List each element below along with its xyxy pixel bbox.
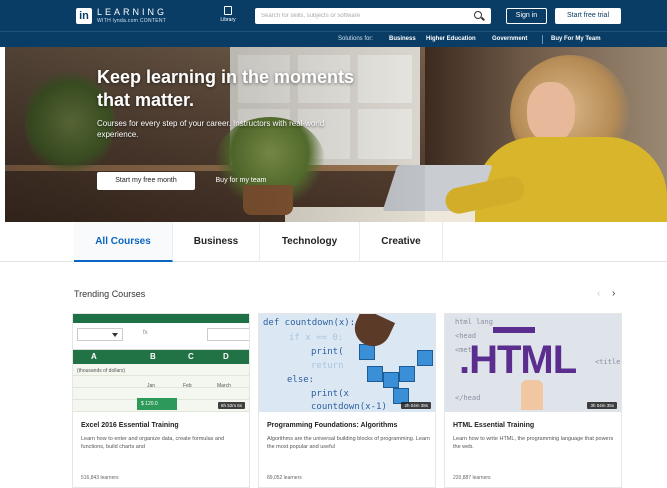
hero-subtitle: Courses for every step of your career. I… xyxy=(97,119,325,139)
excel-col-b: B xyxy=(150,352,156,361)
cube-shape xyxy=(417,350,433,366)
buy-for-team-button[interactable]: Buy for my team xyxy=(203,172,279,190)
html-code-line-5: </head xyxy=(455,394,481,402)
search-icon[interactable] xyxy=(474,11,482,19)
excel-fx-label: fx xyxy=(143,330,148,336)
html-code-line-1: html lang xyxy=(455,318,493,326)
course-card-html[interactable]: html lang <head <meta <title </head .HTM… xyxy=(444,313,622,488)
code-line-6: print(x xyxy=(311,389,349,399)
tab-technology[interactable]: Technology xyxy=(260,222,360,262)
course-description: Learn how to write HTML, the programming… xyxy=(453,436,614,450)
library-icon xyxy=(224,6,232,15)
code-line-5: else: xyxy=(287,375,315,385)
course-learners-count: 220,887 learners xyxy=(453,475,491,481)
excel-ribbon xyxy=(73,314,249,323)
course-thumbnail-excel[interactable]: fx A B C D (thousands of dollars) Jan Fe… xyxy=(73,314,249,412)
tab-business[interactable]: Business xyxy=(173,222,260,262)
tab-all-courses[interactable]: All Courses xyxy=(74,222,173,262)
solutions-link-buy-for-team[interactable]: Buy For My Team xyxy=(551,36,601,42)
sign-in-button[interactable]: Sign in xyxy=(506,8,547,24)
excel-col-d: D xyxy=(223,352,229,361)
course-card-excel[interactable]: fx A B C D (thousands of dollars) Jan Fe… xyxy=(72,313,250,488)
start-free-month-button[interactable]: Start my free month xyxy=(97,172,195,190)
course-learners-count: 516,843 learners xyxy=(81,475,119,481)
course-card-algorithms[interactable]: def countdown(x): if x == 0: print( retu… xyxy=(258,313,436,488)
solutions-label: Solutions for: xyxy=(338,36,374,42)
course-thumbnail-algorithms[interactable]: def countdown(x): if x == 0: print( retu… xyxy=(259,314,435,412)
html-highlight-bar xyxy=(493,327,535,333)
excel-col-c: C xyxy=(188,352,194,361)
hero-title: Keep learning in the moments that matter… xyxy=(97,67,355,110)
search-box xyxy=(255,8,491,24)
course-title[interactable]: HTML Essential Training xyxy=(453,422,618,429)
excel-month-march: March xyxy=(217,383,231,389)
excel-col-a: A xyxy=(91,352,97,361)
excel-row-label: (thousands of dollars) xyxy=(77,368,126,374)
solutions-link-higher-education[interactable]: Higher Education xyxy=(426,36,476,42)
excel-column-header: A B C D xyxy=(73,350,249,364)
solutions-divider xyxy=(542,35,543,44)
html-code-line-4: <title xyxy=(595,358,621,366)
course-duration-badge: 3h 04m 35s xyxy=(587,402,617,409)
code-line-3: print( xyxy=(311,347,344,357)
code-line-2: if x == 0: xyxy=(289,333,344,343)
excel-month-jan: Jan xyxy=(147,383,156,389)
carousel-prev-icon[interactable]: ‹ xyxy=(597,288,600,299)
excel-formula-cell xyxy=(207,328,249,341)
cube-shape xyxy=(367,366,383,382)
code-line-1: def countdown(x): xyxy=(263,318,356,328)
start-free-trial-button[interactable]: Start free trial xyxy=(555,8,621,24)
code-line-4: return xyxy=(311,361,344,371)
course-title[interactable]: Excel 2016 Essential Training xyxy=(81,422,246,429)
solutions-link-government[interactable]: Government xyxy=(492,36,527,42)
cube-shape xyxy=(399,366,415,382)
solutions-bar: Solutions for: Business Higher Education… xyxy=(0,31,667,47)
hand-illustration xyxy=(521,380,543,410)
logo-subtext: WITH lynda.com CONTENT xyxy=(97,18,167,24)
trending-courses-title: Trending Courses xyxy=(74,289,146,299)
course-title[interactable]: Programming Foundations: Algorithms xyxy=(267,422,432,429)
excel-month-feb: Feb xyxy=(183,383,192,389)
logo-wordmark[interactable]: LEARNING xyxy=(97,7,167,17)
code-line-7: countdown(x-1) xyxy=(311,402,387,412)
solutions-link-business[interactable]: Business xyxy=(389,36,416,42)
cube-shape xyxy=(383,372,399,388)
hero-person-face xyxy=(527,82,575,142)
linkedin-logo-icon[interactable]: in xyxy=(76,8,92,24)
html-big-text: .HTML xyxy=(459,338,577,382)
search-input[interactable] xyxy=(261,10,461,22)
library-label: Library xyxy=(220,17,236,23)
carousel-next-icon[interactable]: › xyxy=(612,288,615,299)
course-duration-badge: 2h 04m 38s xyxy=(401,402,431,409)
library-button[interactable]: Library xyxy=(214,6,242,23)
course-description: Learn how to enter and organize data, cr… xyxy=(81,436,225,450)
tab-creative[interactable]: Creative xyxy=(360,222,443,262)
course-duration-badge: 6h 52m 6s xyxy=(217,402,245,409)
excel-name-box xyxy=(77,328,123,341)
category-tabs: All Courses Business Technology Creative xyxy=(0,222,667,262)
excel-value-cell: $ 120.0 xyxy=(137,398,177,410)
course-learners-count: 89,052 learners xyxy=(267,475,302,481)
top-navigation-bar: in LEARNING WITH lynda.com CONTENT Libra… xyxy=(0,0,667,31)
course-thumbnail-html[interactable]: html lang <head <meta <title </head .HTM… xyxy=(445,314,621,412)
course-description: Algorithms are the universal building bl… xyxy=(267,436,430,450)
